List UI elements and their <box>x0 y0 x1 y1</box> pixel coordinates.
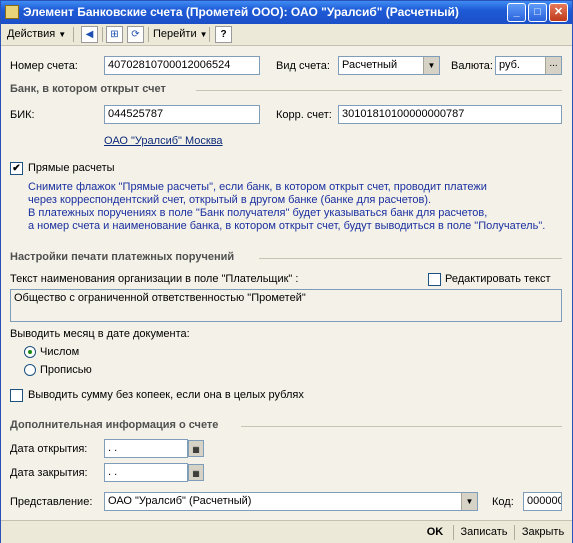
currency-field[interactable]: руб. ... <box>495 56 562 75</box>
footer-separator <box>453 525 454 540</box>
direct-payments-label: Прямые расчеты <box>28 162 115 174</box>
representation-select[interactable]: ОАО "Уралсиб" (Расчетный) ▼ <box>104 492 478 511</box>
month-number-radio[interactable] <box>24 346 36 358</box>
goto-menu[interactable]: Перейти ▼ <box>153 26 208 43</box>
close-window-button[interactable]: ✕ <box>549 3 568 22</box>
currency-label: Валюта: <box>451 60 493 72</box>
no-kopecks-checkbox[interactable] <box>10 389 23 402</box>
close-date-label: Дата закрытия: <box>10 467 88 479</box>
title-bar[interactable]: Элемент Банковские счета (Прометей ООО):… <box>1 1 572 24</box>
actions-label: Действия <box>7 28 56 40</box>
month-words-label: Прописью <box>40 364 92 376</box>
account-type-value: Расчетный <box>342 59 398 71</box>
account-number-label: Номер счета: <box>10 60 78 72</box>
window-title: Элемент Банковские счета (Прометей ООО):… <box>23 5 459 19</box>
account-type-label: Вид счета: <box>276 60 330 72</box>
representation-label: Представление: <box>10 496 93 508</box>
divider <box>259 258 562 259</box>
dialog-window: Элемент Банковские счета (Прометей ООО):… <box>0 0 573 543</box>
hint-line: В платежных поручениях в поле "Банк полу… <box>28 207 488 219</box>
bik-label: БИК: <box>10 109 35 121</box>
save-button[interactable]: Записать <box>456 523 512 541</box>
hint-line: а номер счета и наименование банка, в ко… <box>28 220 546 232</box>
no-kopecks-label: Выводить сумму без копеек, если она в це… <box>28 389 304 401</box>
direct-payments-checkbox[interactable]: ✔ <box>10 162 23 175</box>
divider <box>196 90 562 91</box>
toolbar-separator <box>209 27 210 42</box>
print-section-title: Настройки печати платежных поручений <box>10 251 235 263</box>
chevron-down-icon[interactable]: ▼ <box>461 493 477 510</box>
bik-field[interactable]: 044525787 <box>104 105 260 124</box>
structure-icon[interactable]: ⊞ <box>106 26 123 43</box>
bank-link[interactable]: ОАО "Уралсиб" Москва <box>104 135 223 147</box>
calendar-icon[interactable]: ▦ <box>188 464 204 481</box>
maximize-button[interactable]: □ <box>528 3 547 22</box>
currency-value: руб. <box>499 59 520 71</box>
corr-account-label: Корр. счет: <box>276 109 332 121</box>
help-icon[interactable]: ? <box>215 26 232 43</box>
chevron-down-icon: ▼ <box>199 30 208 39</box>
corr-account-field[interactable]: 30101810100000000787 <box>338 105 562 124</box>
goto-label: Перейти <box>153 28 197 40</box>
minimize-button[interactable]: _ <box>507 3 526 22</box>
calendar-icon[interactable]: ▦ <box>188 440 204 457</box>
month-number-label: Числом <box>40 346 80 358</box>
open-date-field[interactable]: . . <box>104 439 188 458</box>
extra-section-title: Дополнительная информация о счете <box>10 419 219 431</box>
toolbar-separator <box>102 27 103 42</box>
actions-menu[interactable]: Действия ▼ <box>7 26 66 43</box>
account-number-field[interactable]: 40702810700012006524 <box>104 56 260 75</box>
ok-button[interactable]: OK <box>421 523 449 541</box>
toolbar-separator <box>148 27 149 42</box>
close-button[interactable]: Закрыть <box>516 523 570 541</box>
toolbar: Действия ▼ ◀ ⊞ ⟳ Перейти ▼ ? <box>1 24 572 46</box>
code-label: Код: <box>492 496 514 508</box>
account-type-select[interactable]: Расчетный ▼ <box>338 56 440 75</box>
footer-separator <box>514 525 515 540</box>
payer-text-label: Текст наименования организации в поле "П… <box>10 273 299 285</box>
divider <box>241 426 562 427</box>
select-currency-button[interactable]: ... <box>545 57 561 74</box>
close-date-field[interactable]: . . <box>104 463 188 482</box>
bank-section-title: Банк, в котором открыт счет <box>10 83 166 95</box>
hint-line: Снимите флажок "Прямые расчеты", если ба… <box>28 181 487 193</box>
hint-line: через корреспондентский счет, открытый в… <box>28 194 432 206</box>
back-arrow-icon[interactable]: ◀ <box>81 26 98 43</box>
button-bar: OK Записать Закрыть <box>1 520 572 543</box>
month-words-radio[interactable] <box>24 364 36 376</box>
toolbar-separator <box>73 27 74 42</box>
chevron-down-icon[interactable]: ▼ <box>423 57 439 74</box>
document-icon <box>5 5 19 19</box>
edit-text-checkbox[interactable] <box>428 273 441 286</box>
code-field[interactable]: 000000 <box>523 492 562 511</box>
representation-value: ОАО "Уралсиб" (Расчетный) <box>108 495 252 507</box>
chevron-down-icon: ▼ <box>58 30 67 39</box>
month-format-label: Выводить месяц в дате документа: <box>10 328 190 340</box>
refresh-icon[interactable]: ⟳ <box>127 26 144 43</box>
open-date-label: Дата открытия: <box>10 443 88 455</box>
payer-text-area[interactable]: Общество с ограниченной ответственностью… <box>10 289 562 322</box>
edit-text-label: Редактировать текст <box>445 273 551 285</box>
